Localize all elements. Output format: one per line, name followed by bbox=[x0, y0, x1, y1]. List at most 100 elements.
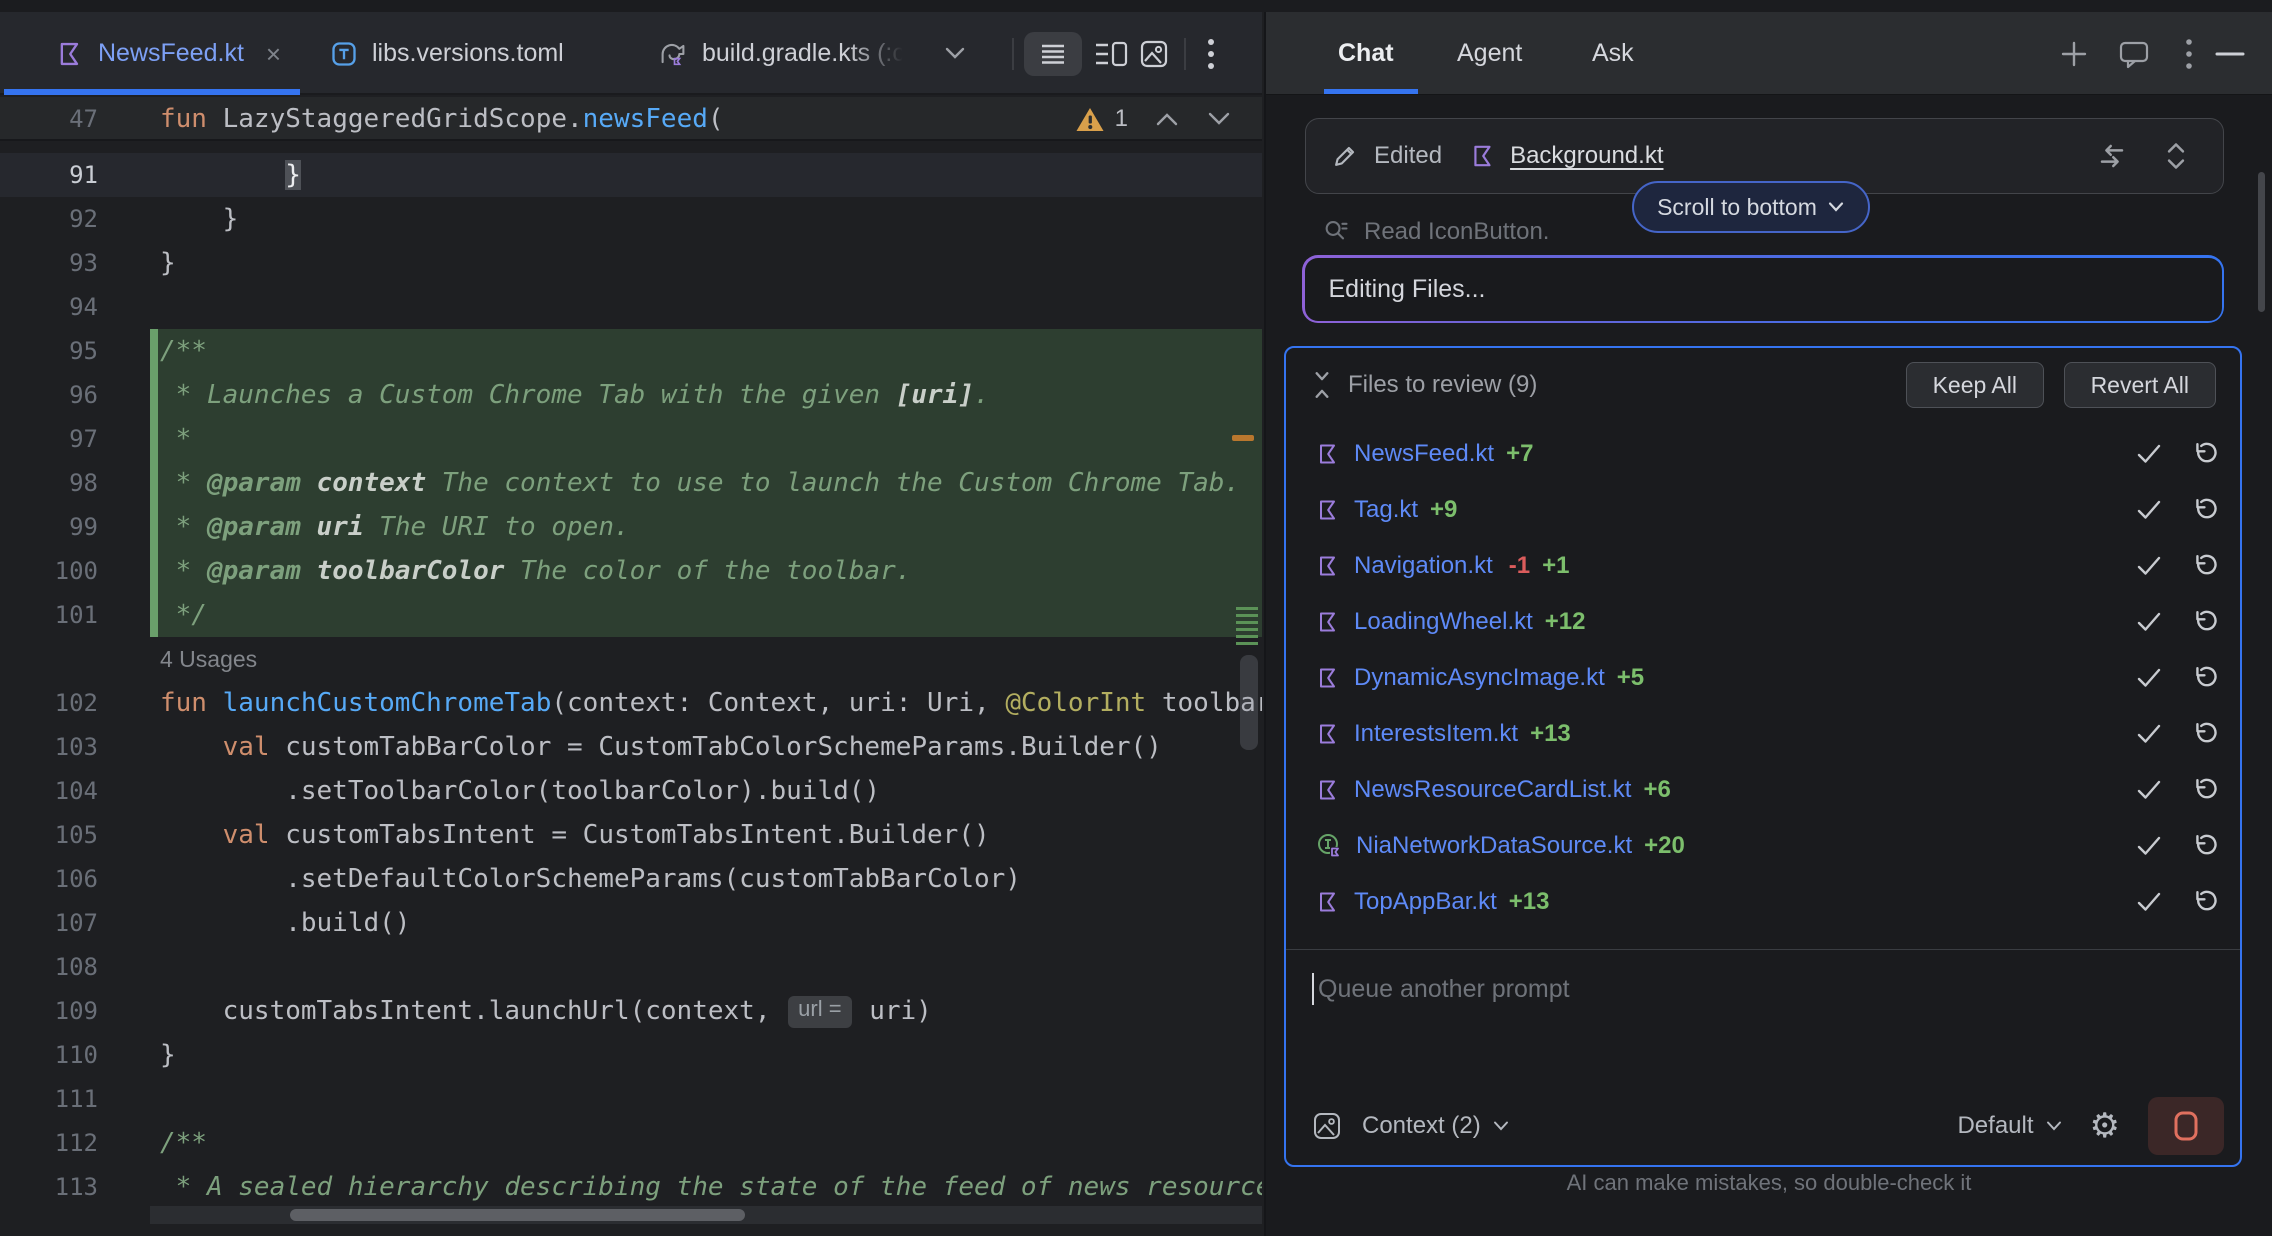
code-line[interactable]: 112/** bbox=[0, 1121, 1262, 1165]
file-row[interactable]: DynamicAsyncImage.kt +5 bbox=[1286, 650, 2240, 706]
code-area[interactable]: 91 }92 }93}9495/**96 * Launches a Custom… bbox=[0, 153, 1262, 1209]
keep-file-button[interactable] bbox=[2136, 667, 2162, 689]
keep-file-button[interactable] bbox=[2136, 723, 2162, 745]
chat-scrollbar-thumb[interactable] bbox=[2258, 172, 2265, 312]
split-preview-button[interactable] bbox=[1090, 32, 1132, 76]
chat-history-icon[interactable] bbox=[2116, 36, 2152, 72]
prompt-input[interactable]: Queue another prompt bbox=[1312, 973, 1570, 1005]
code-line[interactable]: 110} bbox=[0, 1033, 1262, 1077]
tab-build-gradle-kts[interactable]: build.gradle.kts (:c bbox=[658, 12, 905, 95]
revert-all-button[interactable]: Revert All bbox=[2064, 362, 2216, 408]
code-line[interactable]: 109 customTabsIntent.launchUrl(context, … bbox=[0, 989, 1262, 1033]
panel-more-options-icon[interactable] bbox=[2171, 36, 2207, 72]
horizontal-scrollbar-thumb[interactable] bbox=[290, 1209, 745, 1221]
revert-file-button[interactable] bbox=[2192, 777, 2218, 803]
jump-to-changes-icon[interactable] bbox=[2097, 142, 2127, 170]
model-dropdown[interactable]: Default bbox=[1957, 1112, 2033, 1140]
edited-file-link[interactable]: Background.kt bbox=[1510, 142, 1663, 170]
file-link[interactable]: Tag.kt bbox=[1354, 496, 1418, 524]
code-line[interactable]: 113 * A sealed hierarchy describing the … bbox=[0, 1165, 1262, 1209]
hide-panel-icon[interactable] bbox=[2212, 36, 2248, 72]
revert-file-button[interactable] bbox=[2192, 889, 2218, 915]
code-line[interactable]: 103 val customTabBarColor = CustomTabCol… bbox=[0, 725, 1262, 769]
editor-more-options-icon[interactable] bbox=[1198, 32, 1224, 76]
file-row[interactable]: TopAppBar.kt +13 bbox=[1286, 874, 2240, 930]
code-line[interactable]: 100 * @param toolbarColor The color of t… bbox=[0, 549, 1262, 593]
tab-agent[interactable]: Agent bbox=[1457, 12, 1522, 95]
keep-file-button[interactable] bbox=[2136, 779, 2162, 801]
collapse-icon[interactable] bbox=[1310, 370, 1334, 400]
keep-file-button[interactable] bbox=[2136, 611, 2162, 633]
revert-file-button[interactable] bbox=[2192, 833, 2218, 859]
code-line[interactable]: 94 bbox=[0, 285, 1262, 329]
vertical-scrollbar-thumb[interactable] bbox=[1240, 655, 1258, 750]
code-line[interactable]: 99 * @param uri The URI to open. bbox=[0, 505, 1262, 549]
keep-file-button[interactable] bbox=[2136, 499, 2162, 521]
keep-file-button[interactable] bbox=[2136, 835, 2162, 857]
chevron-down-icon[interactable] bbox=[1493, 1121, 1509, 1131]
tab-newsfeed[interactable]: NewsFeed.kt × bbox=[4, 12, 300, 95]
next-occurrence-icon[interactable] bbox=[1206, 111, 1232, 127]
warning-indicator[interactable]: 1 bbox=[1075, 105, 1128, 133]
code-line[interactable]: 95/** bbox=[0, 329, 1262, 373]
editor-view-list-button[interactable] bbox=[1024, 32, 1082, 76]
keep-file-button[interactable] bbox=[2136, 555, 2162, 577]
keep-all-button[interactable]: Keep All bbox=[1906, 362, 2044, 408]
revert-file-button[interactable] bbox=[2192, 441, 2218, 467]
tab-chat[interactable]: Chat bbox=[1338, 12, 1394, 95]
file-link[interactable]: TopAppBar.kt bbox=[1354, 888, 1497, 916]
context-dropdown[interactable]: Context (2) bbox=[1362, 1112, 1481, 1140]
sticky-code-line[interactable]: 47 fun LazyStaggeredGridScope.newsFeed( … bbox=[0, 97, 1262, 141]
code-line[interactable]: 96 * Launches a Custom Chrome Tab with t… bbox=[0, 373, 1262, 417]
code-line[interactable]: 104 .setToolbarColor(toolbarColor).build… bbox=[0, 769, 1262, 813]
chevron-down-icon[interactable] bbox=[942, 44, 968, 62]
attach-image-icon[interactable] bbox=[1312, 1111, 1342, 1141]
code-line[interactable]: 108 bbox=[0, 945, 1262, 989]
revert-file-button[interactable] bbox=[2192, 497, 2218, 523]
revert-file-button[interactable] bbox=[2192, 553, 2218, 579]
file-link[interactable]: DynamicAsyncImage.kt bbox=[1354, 664, 1605, 692]
code-line[interactable]: 111 bbox=[0, 1077, 1262, 1121]
file-link[interactable]: Navigation.kt bbox=[1354, 552, 1493, 580]
file-row[interactable]: NewsResourceCardList.kt +6 bbox=[1286, 762, 2240, 818]
file-link[interactable]: NewsResourceCardList.kt bbox=[1354, 776, 1631, 804]
keep-file-button[interactable] bbox=[2136, 891, 2162, 913]
preview-image-button[interactable] bbox=[1134, 32, 1174, 76]
code-line[interactable]: 91 } bbox=[0, 153, 1262, 197]
revert-file-button[interactable] bbox=[2192, 609, 2218, 635]
file-row[interactable]: NewsFeed.kt +7 bbox=[1286, 426, 2240, 482]
file-row[interactable]: NiaNetworkDataSource.kt +20 bbox=[1286, 818, 2240, 874]
new-chat-icon[interactable] bbox=[2056, 36, 2092, 72]
code-line[interactable]: 106 .setDefaultColorSchemeParams(customT… bbox=[0, 857, 1262, 901]
close-tab-icon[interactable]: × bbox=[266, 41, 281, 67]
tab-libs-versions-toml[interactable]: libs.versions.toml bbox=[330, 12, 564, 95]
code-line[interactable]: 92 } bbox=[0, 197, 1262, 241]
file-row[interactable]: Tag.kt +9 bbox=[1286, 482, 2240, 538]
file-link[interactable]: NiaNetworkDataSource.kt bbox=[1356, 832, 1632, 860]
tab-ask[interactable]: Ask bbox=[1592, 12, 1634, 95]
code-line[interactable]: 93} bbox=[0, 241, 1262, 285]
keep-file-button[interactable] bbox=[2136, 443, 2162, 465]
scroll-to-bottom-button[interactable]: Scroll to bottom bbox=[1632, 181, 1870, 233]
previous-occurrence-icon[interactable] bbox=[1154, 111, 1180, 127]
code-line[interactable]: 101 */ bbox=[0, 593, 1262, 637]
revert-file-button[interactable] bbox=[2192, 665, 2218, 691]
line-number: 109 bbox=[0, 989, 150, 1033]
settings-gear-icon[interactable]: ⚙ bbox=[2090, 1109, 2120, 1143]
code-line[interactable]: 97 * bbox=[0, 417, 1262, 461]
stop-button[interactable] bbox=[2148, 1097, 2224, 1155]
expand-collapse-icon[interactable] bbox=[2163, 141, 2189, 171]
code-line[interactable]: 105 val customTabsIntent = CustomTabsInt… bbox=[0, 813, 1262, 857]
code-line[interactable]: 4 Usages bbox=[0, 637, 1262, 681]
file-link[interactable]: InterestsItem.kt bbox=[1354, 720, 1518, 748]
file-link[interactable]: NewsFeed.kt bbox=[1354, 440, 1494, 468]
file-row[interactable]: Navigation.kt -1 +1 bbox=[1286, 538, 2240, 594]
code-line[interactable]: 102fun launchCustomChromeTab(context: Co… bbox=[0, 681, 1262, 725]
file-row[interactable]: InterestsItem.kt +13 bbox=[1286, 706, 2240, 762]
file-link[interactable]: LoadingWheel.kt bbox=[1354, 608, 1533, 636]
code-line[interactable]: 107 .build() bbox=[0, 901, 1262, 945]
file-row[interactable]: LoadingWheel.kt +12 bbox=[1286, 594, 2240, 650]
revert-file-button[interactable] bbox=[2192, 721, 2218, 747]
chevron-down-icon[interactable] bbox=[2046, 1121, 2062, 1131]
code-line[interactable]: 98 * @param context The context to use t… bbox=[0, 461, 1262, 505]
